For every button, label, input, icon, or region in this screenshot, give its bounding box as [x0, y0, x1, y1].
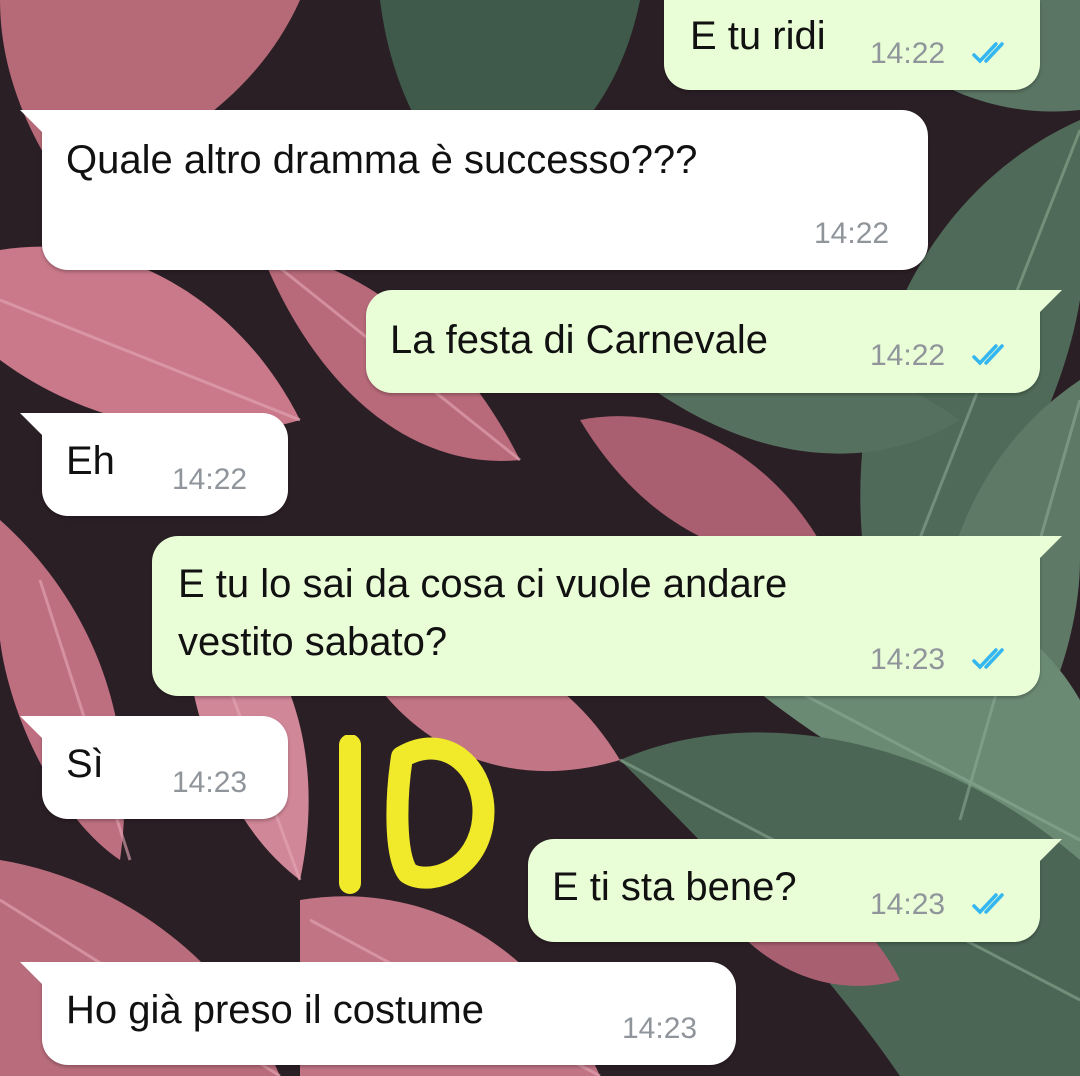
double-check-icon — [972, 893, 1004, 915]
bubble-tail — [1036, 839, 1062, 865]
message-bubble-incoming[interactable]: Ho già preso il costume 14:23 — [20, 962, 736, 1065]
message-bubble-outgoing[interactable]: E tu ridi 14:22 — [664, 0, 1040, 90]
message-timestamp: 14:23 — [622, 1012, 698, 1045]
message-text: Eh — [66, 439, 115, 483]
double-check-icon — [972, 42, 1004, 64]
message-text: La festa di Carnevale — [390, 318, 769, 362]
bubble-tail — [20, 962, 46, 988]
message-text: Quale altro dramma è successo??? — [66, 138, 698, 182]
message-text: E ti sta bene? — [552, 865, 797, 909]
message-text-line-2: vestito sabato? — [178, 620, 448, 664]
bubble-tail — [20, 716, 46, 742]
message-timestamp: 14:23 — [870, 888, 946, 921]
message-text: Sì — [66, 742, 104, 786]
bubble-tail — [20, 110, 46, 136]
message-timestamp: 14:22 — [172, 463, 248, 496]
message-bubble-incoming[interactable]: Sì 14:23 — [20, 716, 288, 819]
message-timestamp: 14:23 — [870, 643, 946, 676]
bubble-tail — [20, 413, 46, 439]
message-timestamp: 14:23 — [172, 766, 248, 799]
message-timestamp: 14:22 — [814, 217, 890, 250]
bubble-tail — [1036, 536, 1062, 562]
message-text: Ho già preso il costume — [66, 988, 484, 1032]
message-bubble-outgoing[interactable]: E tu lo sai da cosa ci vuole andare vest… — [152, 536, 1062, 696]
double-check-icon — [972, 344, 1004, 366]
message-bubble-outgoing[interactable]: E ti sta bene? 14:23 — [528, 839, 1062, 942]
handwritten-yellow-scribble — [339, 735, 495, 894]
double-check-icon — [972, 648, 1004, 670]
message-timestamp: 14:22 — [870, 339, 946, 372]
message-bubble-outgoing[interactable]: La festa di Carnevale 14:22 — [366, 290, 1062, 393]
message-bubble-incoming[interactable]: Quale altro dramma è successo??? 14:22 — [20, 110, 928, 270]
message-text: E tu ridi — [690, 14, 826, 58]
bubble-tail — [1036, 290, 1062, 316]
message-text-line-1: E tu lo sai da cosa ci vuole andare — [178, 562, 788, 606]
message-timestamp: 14:22 — [870, 37, 946, 70]
message-bubble-incoming[interactable]: Eh 14:22 — [20, 413, 288, 516]
